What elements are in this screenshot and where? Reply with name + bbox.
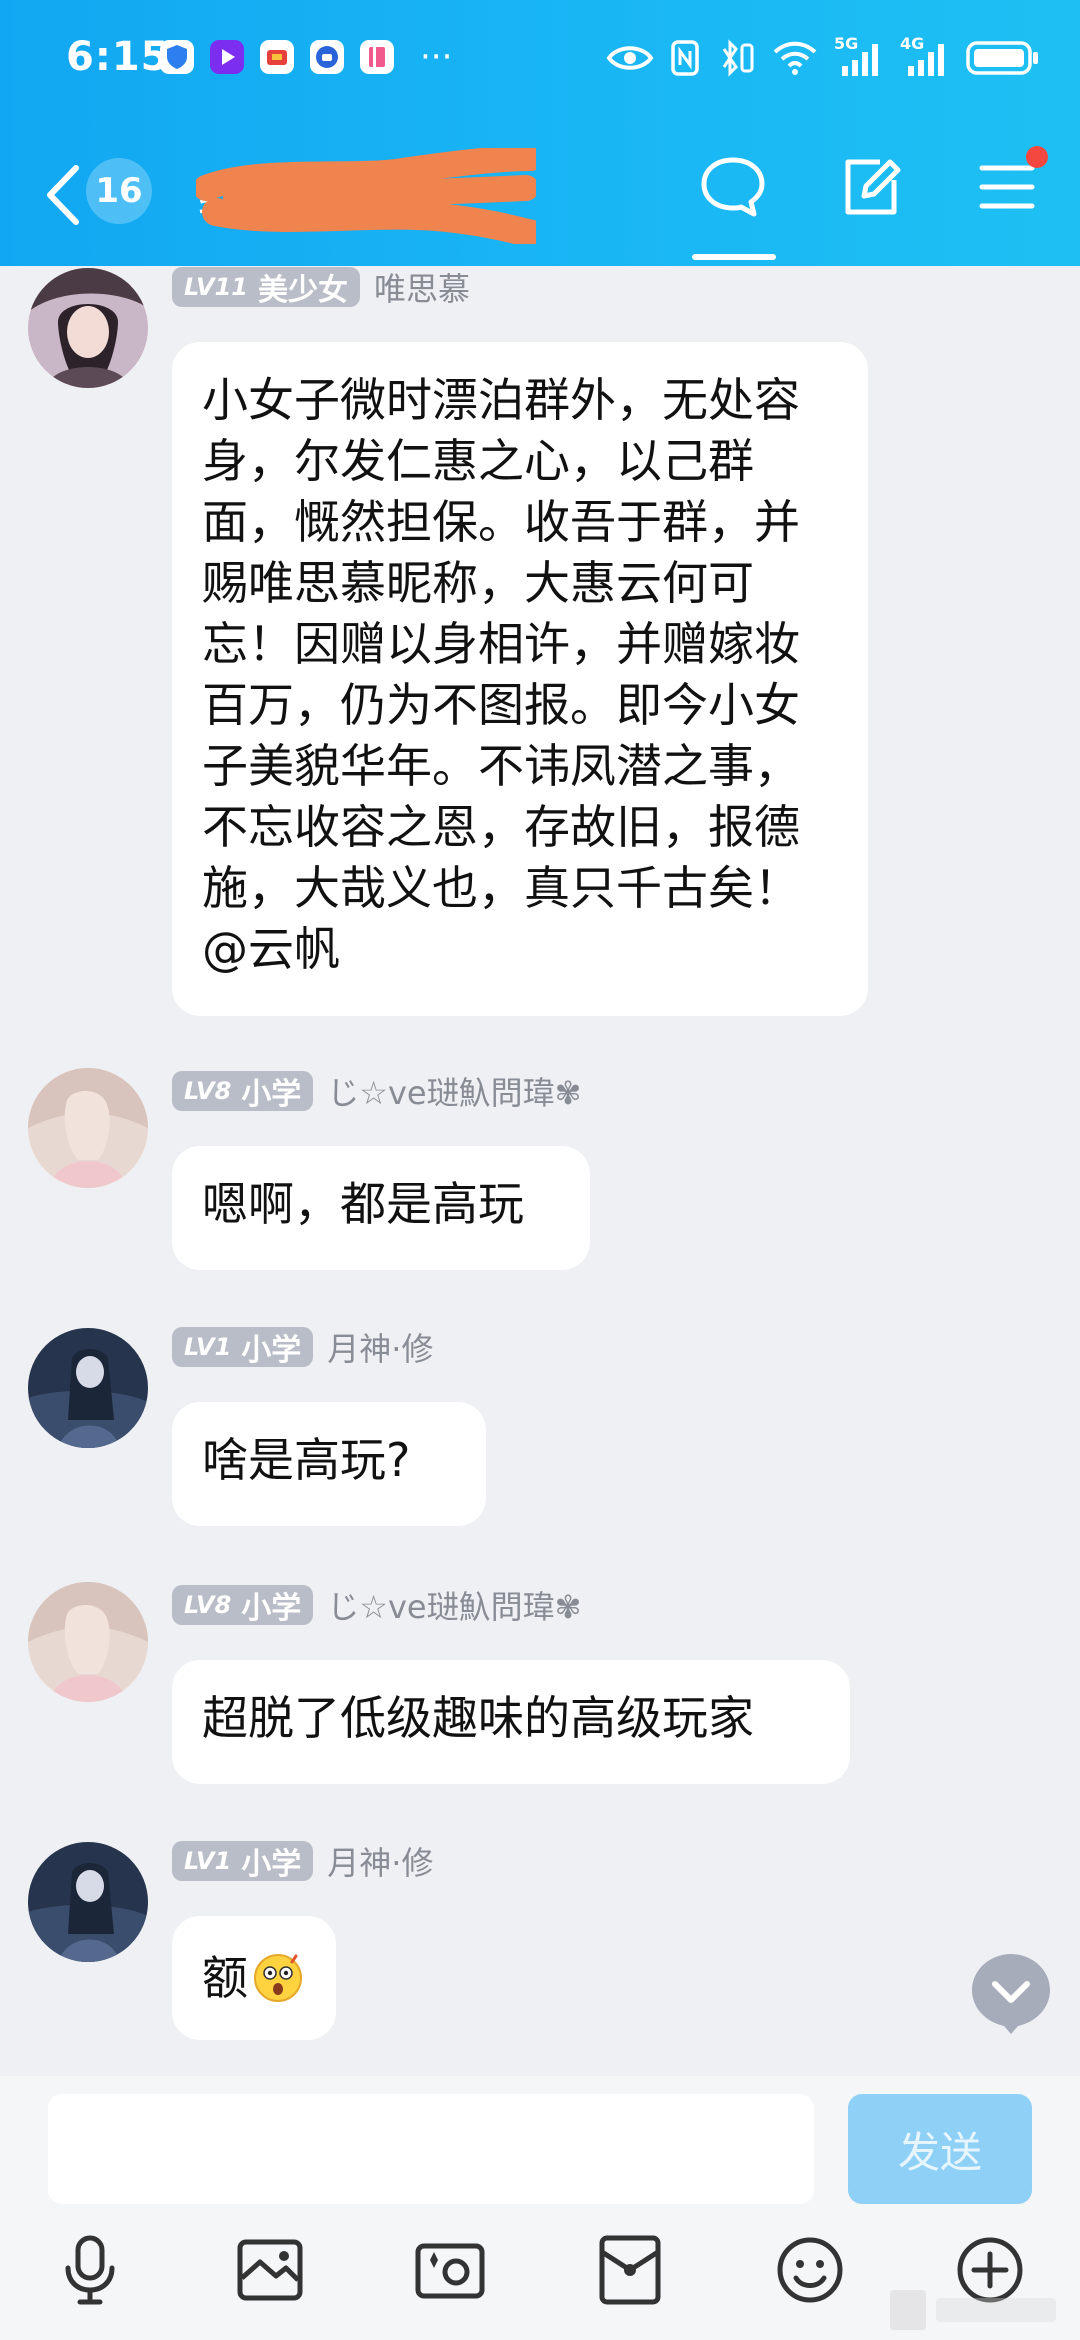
battery-icon [966,41,1038,75]
signal-5g-icon: 5G [834,34,884,78]
avatar[interactable] [28,1582,148,1702]
system-status-icons: 5G 4G [606,34,1040,78]
image-icon[interactable] [230,2230,310,2310]
message-bubble[interactable]: 超脱了低级趣味的高级玩家 [172,1660,850,1784]
notification-dot [1026,146,1048,168]
sender-meta: LV1 小学 月神·修 [172,1326,433,1368]
avatar[interactable] [28,268,148,388]
message-list[interactable]: LV11 美少女 唯思慕 小女子微时漂泊群外，无处容身，尔发仁惠之心，以己群面，… [0,266,1080,2076]
avatar[interactable] [28,1068,148,1188]
message-text: 额 [202,1950,248,2005]
signal-4g-icon: 4G [900,34,950,78]
avatar[interactable] [28,1842,148,1962]
level-badge: LV1 小学 [172,1327,314,1368]
sender-nickname[interactable]: じ☆ve琎魞問瑋✾ [327,1582,581,1628]
sender-nickname[interactable]: 月神·修 [327,1324,433,1370]
bluetooth-vibrate-icon [722,39,754,77]
book-app-icon [360,40,394,74]
wifi-icon [773,41,817,75]
sender-meta: LV1 小学 月神·修 [172,1840,433,1882]
chat-bubble-icon[interactable] [698,152,768,222]
watermark-logo [890,2290,1056,2330]
shop-app-icon [260,40,294,74]
notification-icons: ··· [160,40,452,74]
level-badge: LV1 小学 [172,1841,314,1882]
status-time: 6:15 [66,34,170,80]
shield-app-icon [160,40,194,74]
back-arrow-icon[interactable] [38,160,88,230]
message-bubble[interactable]: 嗯啊，都是高玩 [172,1146,590,1270]
message-input[interactable] [48,2094,814,2204]
wallet-app-icon [310,40,344,74]
send-button[interactable]: 发送 [848,2094,1032,2204]
video-app-icon [210,40,244,74]
sender-meta: LV8 小学 じ☆ve琎魞問瑋✾ [172,1584,581,1626]
sender-meta: LV8 小学 じ☆ve琎魞問瑋✾ [172,1070,581,1112]
more-notifications-icon: ··· [420,37,453,77]
avatar[interactable] [28,1328,148,1448]
camera-icon[interactable] [410,2230,490,2310]
red-packet-icon[interactable] [590,2230,670,2310]
edit-note-icon[interactable] [836,152,906,222]
microphone-icon[interactable] [50,2230,130,2310]
level-badge: LV8 小学 [172,1071,314,1112]
message-bubble[interactable]: 啥是高玩? [172,1402,486,1526]
emoji-icon[interactable] [770,2230,850,2310]
scroll-to-bottom-button[interactable] [968,1950,1054,2036]
shocked-face-icon [254,1954,302,2002]
sender-nickname[interactable]: じ☆ve琎魞問瑋✾ [327,1068,581,1114]
unread-count-badge[interactable]: 16 [86,158,152,224]
eye-icon [606,46,654,70]
nfc-icon [671,40,699,76]
level-badge: LV8 小学 [172,1585,314,1626]
message-bubble[interactable]: 小女子微时漂泊群外，无处容身，尔发仁惠之心，以己群面，慨然担保。收吾于群，并赐唯… [172,342,868,1016]
sender-meta: LV11 美少女 唯思慕 [172,266,470,308]
status-bar: 6:15 ··· 5G 4G [0,0,1080,120]
header: 6:15 ··· 5G 4G 16 红…群(…) [0,0,1080,266]
sender-nickname[interactable]: 唯思慕 [374,266,470,310]
active-tab-indicator [692,254,776,260]
redaction-scribble [196,148,536,244]
sender-nickname[interactable]: 月神·修 [327,1838,433,1884]
level-badge: LV11 美少女 [172,267,360,308]
message-bubble[interactable]: 额 [172,1916,336,2040]
